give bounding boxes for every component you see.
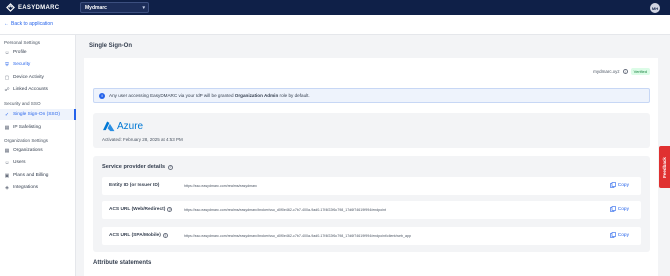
sidebar-item-organizations[interactable]: ▦ Organizations xyxy=(0,145,76,156)
sp-row-acs-web: ACS URL (Web/Redirect)? https://sso.easy… xyxy=(102,201,641,219)
info-circle-icon[interactable]: i xyxy=(622,69,628,74)
domain-name: mydmarc.xyz xyxy=(593,69,620,74)
shield-check-icon: ✓ xyxy=(4,111,10,118)
sp-row-value: https://sso.easydmarc.com/realms/easydma… xyxy=(184,184,258,188)
copy-icon xyxy=(609,232,616,238)
sidebar-item-label: Security xyxy=(13,62,31,67)
network-icon: ▦ xyxy=(4,124,10,131)
brand-logo[interactable]: EASYDMARC xyxy=(6,3,59,12)
service-provider-title-text: Service provider details xyxy=(102,164,166,170)
back-bar: ← Back to application xyxy=(0,15,670,35)
user-icon: ☺ xyxy=(4,49,10,56)
sp-row-label: ACS URL (SPA/Mobile)? xyxy=(109,233,168,238)
verified-badge: Verified xyxy=(630,68,650,75)
arrow-left-icon: ← xyxy=(4,21,9,27)
sidebar-heading-security: Security and SSO xyxy=(4,101,41,106)
copy-button[interactable]: Copy xyxy=(609,206,629,212)
sso-main-card: mydmarc.xyz i Verified i Any user access… xyxy=(84,58,658,276)
attribute-statements-title: Attribute statements xyxy=(93,260,152,266)
sidebar-item-linked-accounts[interactable]: ☍ Linked Accounts xyxy=(0,84,76,95)
back-link-label: Back to application xyxy=(11,21,53,27)
sidebar-item-label: Linked Accounts xyxy=(13,87,48,92)
provider-name: Azure xyxy=(117,121,144,132)
sidebar-item-label: IP Safelisting xyxy=(13,125,41,130)
back-to-application-link[interactable]: ← Back to application xyxy=(4,21,53,27)
domain-status: mydmarc.xyz i Verified xyxy=(593,68,650,75)
sidebar-item-profile[interactable]: ☺ Profile xyxy=(0,47,76,58)
sidebar-item-label: Integrations xyxy=(13,185,39,190)
users-icon: ☺ xyxy=(4,159,10,166)
sp-row-value: https://sso.easydmarc.com/realms/easydma… xyxy=(184,234,411,238)
info-text-role: Organization Admin xyxy=(234,93,279,98)
user-avatar[interactable]: MH xyxy=(650,3,660,13)
sidebar-item-ip-safelisting[interactable]: ▦ IP Safelisting xyxy=(0,122,76,133)
brand-name: EASYDMARC xyxy=(18,4,60,11)
card-icon: ▣ xyxy=(4,172,10,179)
sp-row-value: https://sso.easydmarc.com/realms/easydma… xyxy=(184,208,386,212)
service-provider-title: Service provider details ? xyxy=(102,164,174,170)
feedback-tab[interactable]: Feedback xyxy=(659,146,670,188)
sidebar-heading-personal: Personal Settings xyxy=(4,40,41,45)
sidebar-item-label: Device Activity xyxy=(13,75,44,80)
sidebar-heading-organization: Organization Settings xyxy=(4,138,48,143)
chevron-down-icon: ▾ xyxy=(142,5,145,11)
copy-button-label: Copy xyxy=(617,232,629,238)
sp-row-acs-spa: ACS URL (SPA/Mobile)? https://sso.easydm… xyxy=(102,227,641,245)
activation-date: Activated: February 28, 2025 at 4:53 PM xyxy=(102,137,183,142)
copy-icon xyxy=(609,182,616,188)
help-icon[interactable]: ? xyxy=(162,233,168,238)
azure-icon xyxy=(103,121,115,132)
sp-row-label: Entity ID (or Issuer ID) xyxy=(109,183,159,188)
settings-sidebar: Personal Settings ☺ Profile ⛨ Security ▢… xyxy=(0,35,76,276)
azure-logo: Azure xyxy=(102,121,143,132)
sidebar-item-device-activity[interactable]: ▢ Device Activity xyxy=(0,72,76,83)
info-banner-text: Any user accessing EasyDMARC via your Id… xyxy=(109,93,310,98)
organization-select[interactable]: Mydmarc ▾ xyxy=(80,2,149,13)
service-provider-details: Service provider details ? Entity ID (or… xyxy=(93,156,650,252)
copy-icon xyxy=(609,206,616,212)
info-text-suffix: role by default. xyxy=(278,93,310,98)
sidebar-item-security[interactable]: ⛨ Security xyxy=(0,59,76,70)
info-icon: i xyxy=(99,92,105,99)
feedback-label: Feedback xyxy=(662,156,668,178)
sidebar-item-label: Plans and Billing xyxy=(13,173,49,178)
top-bar: EASYDMARC Mydmarc ▾ MH xyxy=(0,0,670,15)
building-icon: ▦ xyxy=(4,147,10,154)
sp-row-label-text: ACS URL (Web/Redirect) xyxy=(109,207,166,212)
copy-button[interactable]: Copy xyxy=(609,182,629,188)
sidebar-item-users[interactable]: ☺ Users xyxy=(0,157,76,168)
sidebar-item-label: Profile xyxy=(13,50,27,55)
device-icon: ▢ xyxy=(4,74,10,81)
sidebar-item-label: Users xyxy=(13,160,26,165)
organization-select-value: Mydmarc xyxy=(85,4,107,11)
sidebar-item-label: Organizations xyxy=(13,148,43,153)
shield-icon: ⛨ xyxy=(5,61,9,68)
sidebar-item-label: Single Sign-On (SSO) xyxy=(13,112,60,117)
identity-provider-card: Azure Activated: February 28, 2025 at 4:… xyxy=(93,113,650,148)
copy-button-label: Copy xyxy=(617,182,629,188)
sidebar-item-integrations[interactable]: ◈ Integrations xyxy=(0,182,76,193)
sp-row-label-text: ACS URL (SPA/Mobile) xyxy=(109,233,161,238)
sp-row-label-text: Entity ID (or Issuer ID) xyxy=(109,183,160,188)
sp-row-entity-id: Entity ID (or Issuer ID) https://sso.eas… xyxy=(102,177,641,195)
help-icon[interactable]: ? xyxy=(167,207,173,212)
info-text-prefix: Any user accessing EasyDMARC via your Id… xyxy=(109,93,235,98)
puzzle-icon: ◈ xyxy=(5,184,9,191)
copy-button[interactable]: Copy xyxy=(609,232,629,238)
sp-row-label: ACS URL (Web/Redirect)? xyxy=(109,207,173,212)
copy-button-label: Copy xyxy=(617,206,629,212)
info-banner: i Any user accessing EasyDMARC via your … xyxy=(93,88,650,103)
page-title: Single Sign-On xyxy=(89,43,132,49)
easydmarc-logo-icon xyxy=(6,3,15,12)
help-icon[interactable]: ? xyxy=(168,164,174,170)
link-icon: ☍ xyxy=(4,86,10,93)
sidebar-item-plans-billing[interactable]: ▣ Plans and Billing xyxy=(0,170,76,181)
sidebar-item-sso[interactable]: ✓ Single Sign-On (SSO) xyxy=(0,109,76,120)
